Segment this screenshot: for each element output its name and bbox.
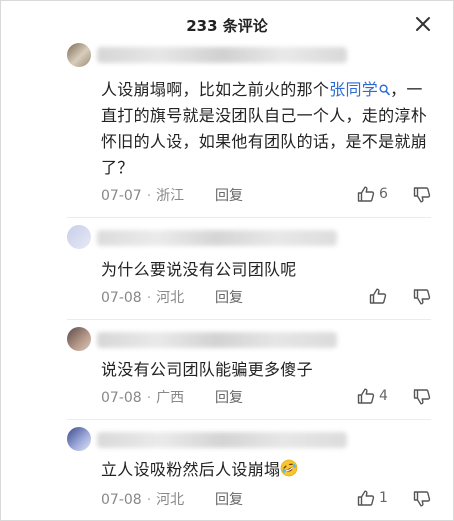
comments-panel: 233 条评论 人设崩塌啊，比如之前火的那个张同学 ，一直打的旗号就是没团队自己一…	[0, 0, 454, 521]
comment-text-part: 立人设吸粉然后人设崩塌	[101, 460, 281, 479]
like-count: 6	[379, 186, 388, 202]
thumbs-down-icon[interactable]	[413, 490, 431, 508]
username-blurred[interactable]	[97, 230, 337, 246]
thumbs-down-icon[interactable]	[413, 288, 431, 306]
reply-button[interactable]: 回复	[215, 489, 243, 509]
reply-button[interactable]: 回复	[215, 185, 243, 205]
meta-separator: ·	[146, 492, 152, 508]
like-button[interactable]: 6	[357, 185, 393, 205]
comment-date: 07-08	[101, 492, 142, 508]
username-blurred[interactable]	[97, 47, 347, 63]
reply-button[interactable]: 回复	[215, 387, 243, 407]
comment-location: 浙江	[156, 188, 185, 204]
comment-date: 07-08	[101, 290, 142, 306]
username-blurred[interactable]	[97, 432, 347, 448]
thumbs-down-icon[interactable]	[413, 388, 431, 406]
comment-date: 07-08	[101, 390, 142, 406]
divider	[67, 319, 431, 320]
comment-location: 河北	[156, 290, 185, 306]
comment-text: 立人设吸粉然后人设崩塌	[101, 457, 431, 483]
username-blurred[interactable]	[97, 332, 337, 348]
comment-item: 人设崩塌啊，比如之前火的那个张同学 ，一直打的旗号就是没团队自己一个人，走的淳朴怀…	[1, 39, 453, 217]
meta-separator: ·	[146, 390, 152, 406]
comment-location: 河北	[156, 492, 185, 508]
avatar[interactable]	[67, 327, 91, 351]
divider	[67, 419, 431, 420]
thumbs-up-icon	[357, 388, 375, 404]
like-button[interactable]: 4	[357, 387, 393, 407]
comment-text: 为什么要说没有公司团队呢	[101, 260, 297, 279]
rolling-laughing-emoji-icon	[281, 459, 298, 477]
like-count: 4	[379, 388, 388, 404]
divider	[67, 217, 431, 218]
comment-item: 为什么要说没有公司团队呢 07-08 · 河北 回复	[1, 221, 453, 321]
meta-separator: ·	[146, 188, 152, 204]
comment-meta: 07-08 · 河北	[101, 287, 184, 307]
thumbs-down-icon[interactable]	[413, 186, 431, 204]
comment-item: 立人设吸粉然后人设崩塌 07-08 · 河北 回复 1	[1, 423, 453, 520]
comments-count-title: 233 条评论	[186, 17, 268, 35]
search-icon	[379, 84, 390, 96]
comment-text-part: 人设崩塌啊，比如之前火的那个	[101, 80, 330, 99]
comment-text: 说没有公司团队能骗更多傻子	[101, 360, 313, 379]
comment-location: 广西	[156, 390, 185, 406]
comment-text: 人设崩塌啊，比如之前火的那个张同学 ，一直打的旗号就是没团队自己一个人，走的淳朴怀…	[101, 77, 431, 181]
hashtag-link-label: 张同学	[329, 80, 379, 99]
meta-separator: ·	[146, 290, 152, 306]
avatar[interactable]	[67, 427, 91, 451]
thumbs-up-icon	[357, 490, 375, 506]
hashtag-link[interactable]: 张同学	[329, 80, 390, 99]
comment-item: 说没有公司团队能骗更多傻子 07-08 · 广西 回复 4	[1, 323, 453, 423]
avatar[interactable]	[67, 225, 91, 249]
thumbs-up-icon	[357, 186, 375, 202]
like-button[interactable]: 1	[357, 489, 393, 509]
close-icon[interactable]	[415, 16, 431, 32]
reply-button[interactable]: 回复	[215, 287, 243, 307]
avatar[interactable]	[67, 43, 91, 67]
like-button[interactable]	[369, 287, 389, 307]
comment-meta: 07-08 · 广西	[101, 387, 184, 407]
like-count: 1	[379, 490, 388, 506]
thumbs-up-icon	[369, 288, 387, 304]
comment-meta: 07-08 · 河北	[101, 489, 184, 509]
comment-date: 07-07	[101, 188, 142, 204]
comment-meta: 07-07 · 浙江	[101, 185, 184, 205]
